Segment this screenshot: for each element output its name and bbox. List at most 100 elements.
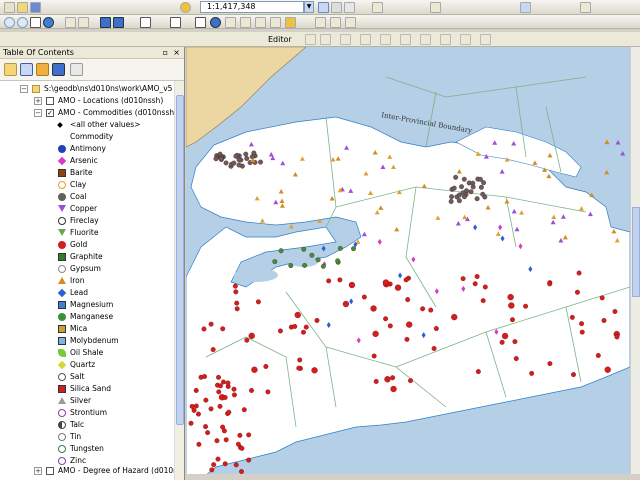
commodity-point[interactable] [311, 367, 318, 374]
commodity-point[interactable] [337, 245, 343, 251]
commodity-point[interactable] [482, 284, 488, 290]
commodity-point[interactable] [236, 162, 242, 168]
commodity-point[interactable] [214, 438, 220, 444]
identify-icon[interactable] [210, 17, 221, 28]
commodity-point[interactable] [249, 388, 254, 393]
python-icon[interactable] [580, 2, 591, 13]
commodity-point[interactable] [217, 403, 223, 409]
commodity-point[interactable] [231, 392, 237, 398]
commodity-point[interactable] [239, 445, 245, 451]
commodity-point[interactable] [193, 387, 199, 393]
commodity-point[interactable] [456, 198, 462, 204]
commodity-point[interactable] [302, 262, 308, 268]
commodity-point[interactable] [205, 430, 211, 436]
scale-dropdown-icon[interactable]: ▼ [304, 1, 314, 13]
commodity-point[interactable] [195, 411, 201, 417]
commodity-point[interactable] [209, 467, 215, 473]
expand-icon[interactable]: + [34, 97, 42, 105]
commodity-point[interactable] [480, 298, 486, 304]
search-icon[interactable] [520, 2, 531, 13]
commodity-point[interactable] [547, 361, 553, 367]
commodity-point[interactable] [222, 395, 228, 400]
commodity-point[interactable] [218, 156, 224, 162]
commodity-point[interactable] [232, 283, 238, 289]
commodity-point[interactable] [321, 245, 326, 252]
time-slider-icon[interactable] [285, 17, 296, 28]
collapse-icon[interactable]: − [34, 109, 42, 117]
commodity-point[interactable] [233, 153, 239, 159]
commodity-point[interactable] [246, 432, 252, 438]
commodity-point[interactable] [297, 357, 303, 363]
commodity-point[interactable] [233, 289, 239, 295]
commodity-point[interactable] [383, 316, 389, 322]
back-extent-icon[interactable] [100, 17, 111, 28]
list-by-drawing-order-icon[interactable] [4, 63, 17, 76]
commodity-point[interactable] [513, 356, 519, 362]
commodity-point[interactable] [315, 257, 321, 263]
commodity-point[interactable] [604, 139, 610, 145]
commodity-point[interactable] [501, 332, 509, 340]
commodity-point[interactable] [595, 353, 601, 358]
close-icon[interactable]: × [173, 47, 180, 59]
commodity-point[interactable] [220, 379, 226, 385]
edit-tool-icon[interactable] [305, 34, 316, 45]
list-by-visibility-icon[interactable] [36, 63, 49, 76]
commodity-point[interactable] [449, 194, 455, 200]
find-icon[interactable] [225, 17, 236, 28]
commodity-point[interactable] [461, 176, 467, 182]
clear-selection-icon[interactable] [170, 17, 181, 28]
commodity-point[interactable] [474, 274, 480, 279]
commodity-point[interactable] [431, 346, 437, 351]
rotate-tool-icon[interactable] [420, 34, 431, 45]
commodity-point[interactable] [243, 151, 249, 157]
expand-icon[interactable]: + [34, 467, 42, 475]
commodity-point[interactable] [510, 317, 515, 323]
map-view[interactable]: Inter-Provincial Boundary [186, 47, 640, 475]
commodity-point[interactable] [208, 321, 214, 327]
commodity-point[interactable] [272, 259, 278, 265]
commodity-point[interactable] [223, 160, 229, 166]
sketch-tool-icon[interactable] [340, 34, 351, 45]
commodity-point[interactable] [231, 386, 237, 392]
measure-icon[interactable] [240, 17, 251, 28]
commodity-point[interactable] [231, 160, 237, 166]
commodity-point[interactable] [470, 184, 476, 190]
commodity-point[interactable] [614, 334, 620, 340]
commodity-point[interactable] [405, 297, 411, 303]
commodity-point[interactable] [508, 302, 515, 309]
list-by-selection-icon[interactable] [52, 63, 65, 76]
commodity-point[interactable] [420, 306, 426, 312]
commodity-point[interactable] [620, 150, 626, 156]
commodity-point[interactable] [241, 407, 247, 413]
commodity-point[interactable] [292, 324, 298, 329]
pin-icon[interactable]: ▫ [163, 47, 168, 59]
commodity-point[interactable] [394, 284, 402, 291]
reshape-icon[interactable] [380, 34, 391, 45]
commodity-point[interactable] [579, 329, 585, 335]
commodity-point[interactable] [244, 337, 250, 343]
select-elements-icon[interactable] [195, 17, 206, 28]
commodity-point[interactable] [370, 305, 377, 312]
commodity-point[interactable] [571, 372, 576, 378]
commodity-point[interactable] [218, 383, 223, 389]
add-data-icon[interactable] [180, 2, 191, 13]
commodity-point[interactable] [574, 289, 580, 295]
commodity-point[interactable] [288, 263, 294, 269]
catalog-icon[interactable] [344, 2, 355, 13]
map-scroll-thumb[interactable] [632, 207, 640, 297]
commodity-point[interactable] [433, 326, 439, 332]
editor-menu[interactable]: Editor [268, 34, 292, 45]
zoom-out-icon[interactable] [17, 17, 28, 28]
commodity-point[interactable] [475, 369, 481, 375]
commodity-point[interactable] [604, 366, 611, 373]
commodity-point[interactable] [198, 374, 204, 380]
commodity-point[interactable] [326, 278, 332, 284]
commodity-point[interactable] [301, 246, 307, 252]
commodity-point[interactable] [499, 339, 505, 345]
commodity-point[interactable] [348, 281, 356, 289]
commodity-point[interactable] [387, 323, 393, 329]
commodity-point[interactable] [237, 432, 243, 438]
commodity-point[interactable] [576, 270, 582, 276]
commodity-point[interactable] [337, 277, 343, 283]
commodity-point[interactable] [451, 313, 458, 321]
